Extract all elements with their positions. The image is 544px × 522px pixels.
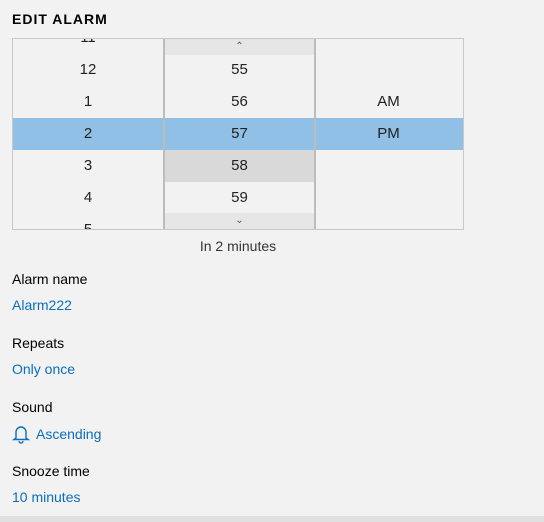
minute-item[interactable]: 56	[165, 86, 314, 118]
sound-label: Sound	[12, 399, 53, 415]
hour-item-selected[interactable]: 2	[13, 118, 163, 150]
time-until-hint: In 2 minutes	[199, 238, 277, 254]
scroll-down-button[interactable]: ⌄	[165, 213, 314, 229]
repeats-value[interactable]: Only once	[12, 361, 75, 377]
hour-column[interactable]: 11 12 1 2 3 4 5	[13, 39, 163, 229]
period-item[interactable]: AM	[314, 86, 463, 118]
repeats-label: Repeats	[12, 335, 65, 351]
sound-value-text: Ascending	[36, 426, 102, 442]
hour-item[interactable]: 11	[13, 39, 163, 54]
minute-item[interactable]: 59	[165, 182, 314, 214]
snooze-label: Snooze time	[12, 463, 90, 479]
hour-item[interactable]: 12	[13, 54, 163, 86]
minute-column[interactable]: ⌃ 55 56 57 58 59 ⌄	[163, 39, 316, 229]
alarm-name-label: Alarm name	[12, 271, 88, 287]
page-title: EDIT ALARM	[12, 11, 108, 27]
minute-item-selected[interactable]: 57	[165, 118, 314, 150]
sound-value[interactable]: Ascending	[12, 424, 101, 444]
period-item-selected[interactable]: PM	[314, 118, 463, 150]
alarm-name-value[interactable]: Alarm222	[12, 297, 72, 313]
minute-item[interactable]: 55	[165, 54, 314, 86]
hour-item[interactable]: 5	[13, 214, 163, 229]
scroll-up-button[interactable]: ⌃	[165, 39, 314, 55]
snooze-value[interactable]: 10 minutes	[12, 489, 80, 505]
hour-item[interactable]: 3	[13, 150, 163, 182]
period-column[interactable]: AM PM	[314, 39, 463, 229]
bottom-bar	[0, 516, 544, 522]
hour-item[interactable]: 1	[13, 86, 163, 118]
bell-icon	[12, 426, 30, 444]
minute-item[interactable]: 58	[165, 150, 314, 182]
hour-item[interactable]: 4	[13, 182, 163, 214]
time-picker[interactable]: 11 12 1 2 3 4 5 ⌃ 55 56 57 58 59 ⌄ AM PM	[12, 38, 464, 230]
